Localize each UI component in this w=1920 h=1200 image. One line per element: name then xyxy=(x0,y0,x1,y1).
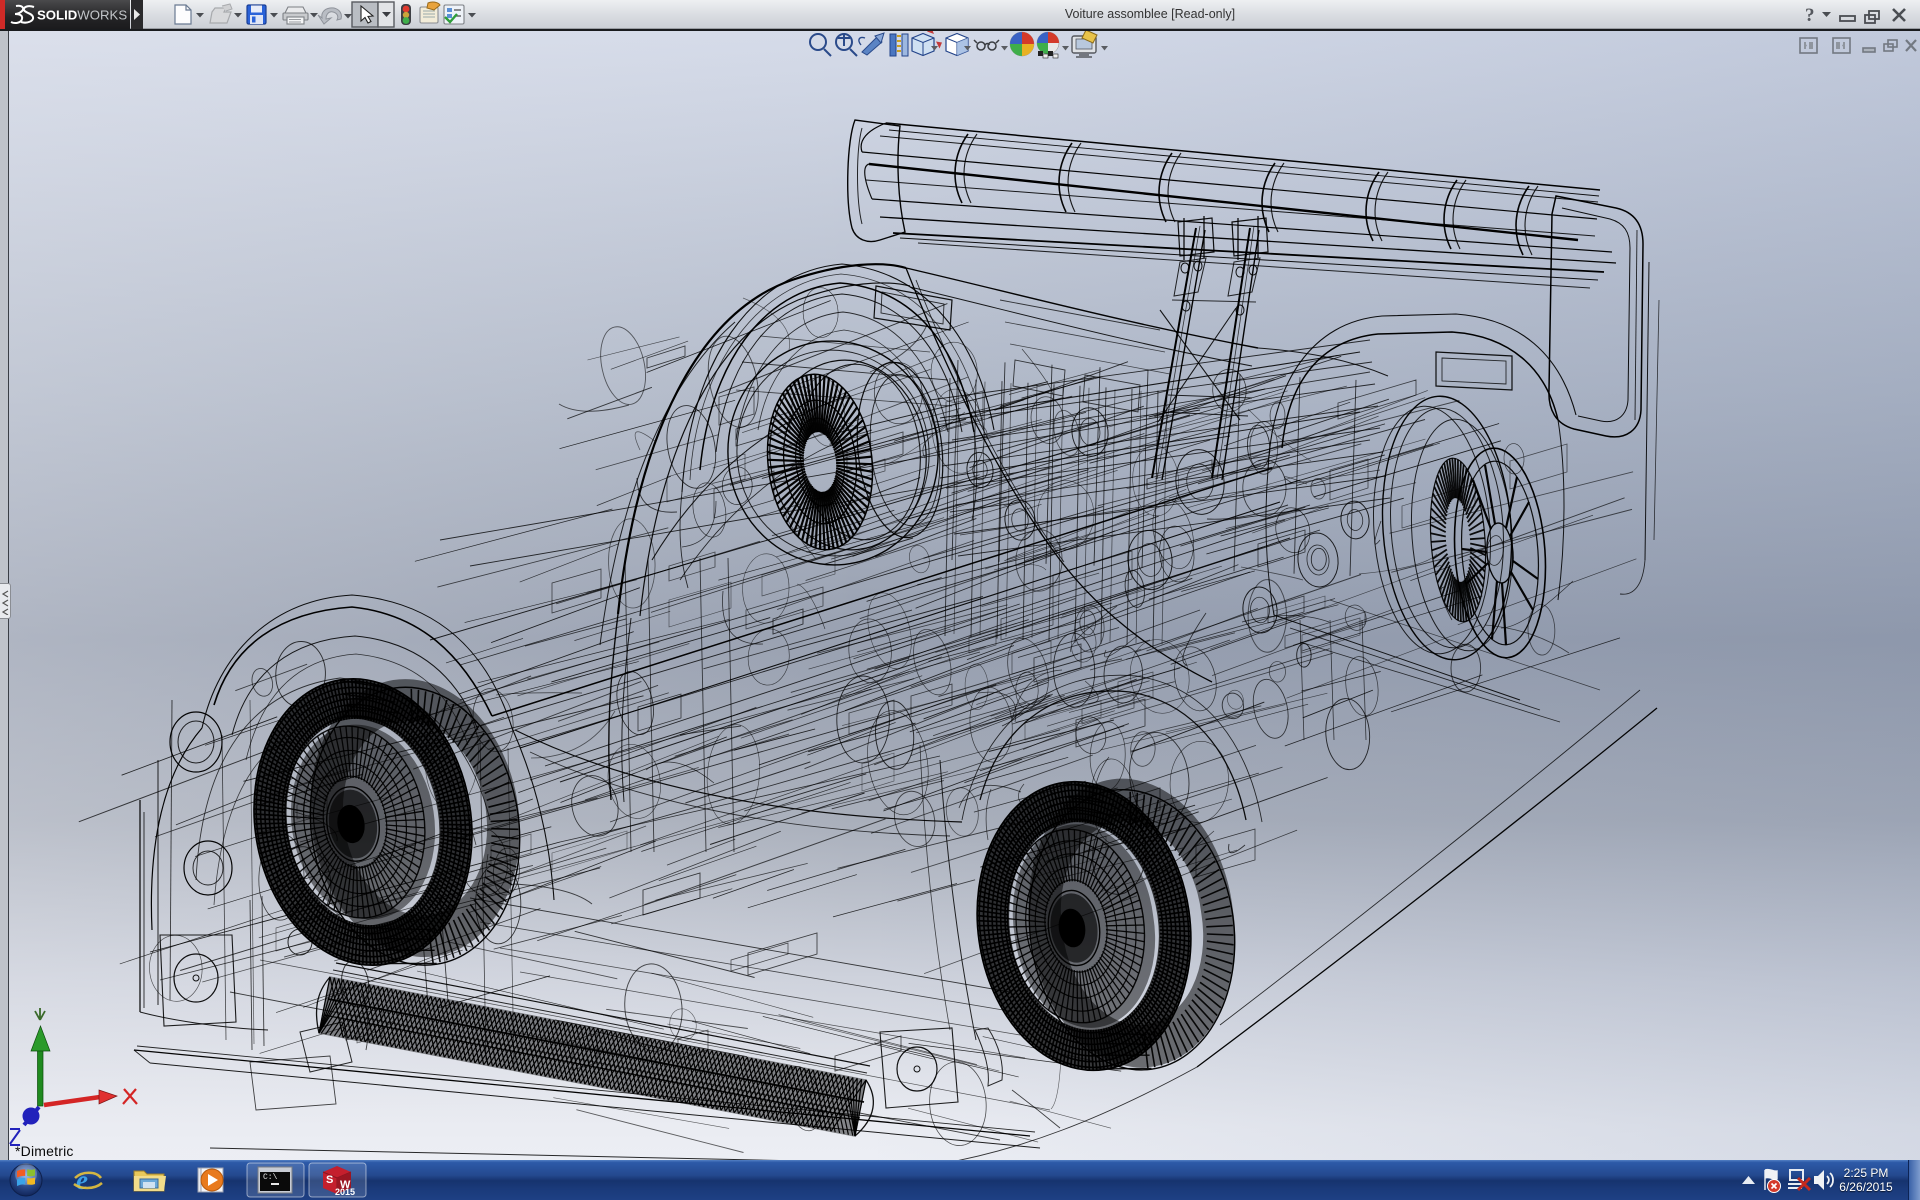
svg-text:?: ? xyxy=(1805,5,1815,26)
svg-text:C:\: C:\ xyxy=(263,1173,278,1182)
svg-text:e: e xyxy=(76,1165,88,1195)
svg-text:S: S xyxy=(326,1174,333,1186)
svg-text:2015: 2015 xyxy=(335,1187,355,1197)
